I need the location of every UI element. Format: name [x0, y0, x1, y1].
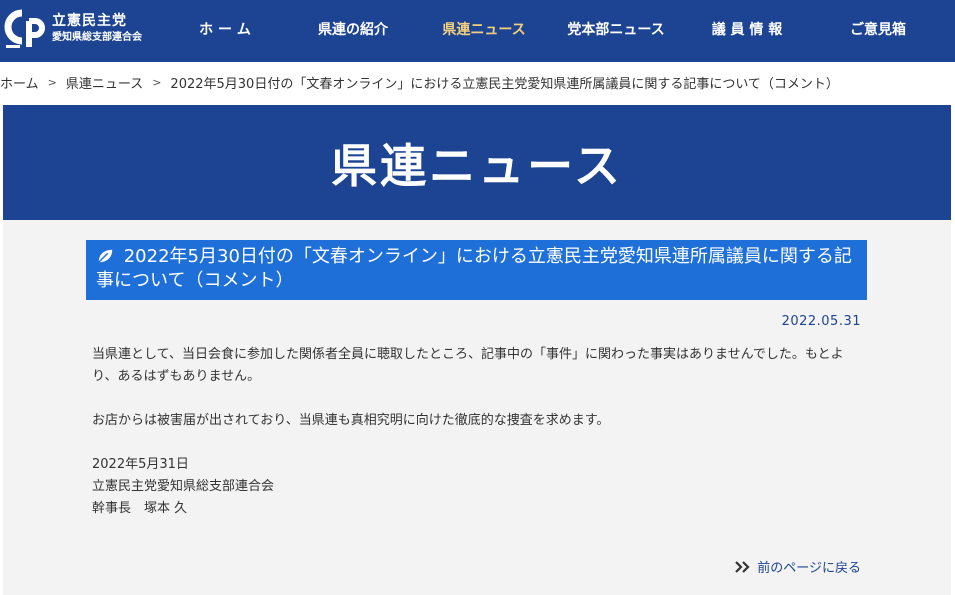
back-link-label: 前のページに戻る: [757, 561, 861, 576]
article-paragraph: お店からは被害届が出されており、当県連も真相究明に向けた徹底的な捜査を求めます。: [92, 413, 610, 428]
nav-about[interactable]: 県連の紹介: [312, 0, 394, 62]
site-header: 立憲民主党 愛知県総支部連合会 ホ ー ム 県連の紹介 県連ニュース 党本部ニュ…: [0, 0, 955, 62]
leaf-icon: [98, 249, 113, 263]
signature-date: 2022年5月31日: [92, 457, 189, 472]
article-title: 2022年5月30日付の「文春オンライン」における立憲民主党愛知県連所属議員に関…: [96, 246, 852, 291]
breadcrumb-current: 2022年5月30日付の「文春オンライン」における立憲民主党愛知県連所属議員に関…: [170, 76, 839, 92]
breadcrumb-separator: >: [152, 75, 162, 89]
logo-branch-name: 愛知県総支部連合会: [52, 32, 142, 43]
double-chevron-right-icon: [735, 560, 750, 573]
article-date: 2022.05.31: [781, 314, 861, 329]
breadcrumb: ホーム > 県連ニュース > 2022年5月30日付の「文春オンライン」における…: [0, 72, 839, 92]
nav-news[interactable]: 県連ニュース: [434, 0, 534, 62]
article-body: 当県連として、当日会食に参加した関係者全員に聴取したところ、記事中の「事件」に関…: [92, 344, 852, 520]
nav-members[interactable]: 議 員 情 報: [704, 0, 790, 62]
cdp-logo-icon: [2, 7, 46, 51]
breadcrumb-news[interactable]: 県連ニュース: [66, 73, 143, 92]
breadcrumb-home[interactable]: ホーム: [0, 73, 39, 92]
content-area: 県連ニュース 2022年5月30日付の「文春オンライン」における立憲民主党愛知県…: [3, 105, 951, 595]
nav-hq-news[interactable]: 党本部ニュース: [560, 0, 672, 62]
site-logo[interactable]: 立憲民主党 愛知県総支部連合会: [2, 4, 142, 54]
article-title-bar: 2022年5月30日付の「文春オンライン」における立憲民主党愛知県連所属議員に関…: [86, 240, 867, 300]
nav-home[interactable]: ホ ー ム: [190, 0, 260, 62]
signature-person: 幹事長 塚本 久: [92, 501, 188, 516]
nav-feedback[interactable]: ご意見箱: [840, 0, 916, 62]
section-hero: 県連ニュース: [3, 105, 951, 220]
logo-party-name: 立憲民主党: [52, 13, 127, 29]
signature-org: 立憲民主党愛知県総支部連合会: [92, 479, 275, 494]
breadcrumb-separator: >: [47, 75, 57, 89]
section-title: 県連ニュース: [331, 138, 623, 193]
article-paragraph: 当県連として、当日会食に参加した関係者全員に聴取したところ、記事中の「事件」に関…: [92, 347, 844, 384]
back-link[interactable]: 前のページに戻る: [735, 557, 861, 576]
